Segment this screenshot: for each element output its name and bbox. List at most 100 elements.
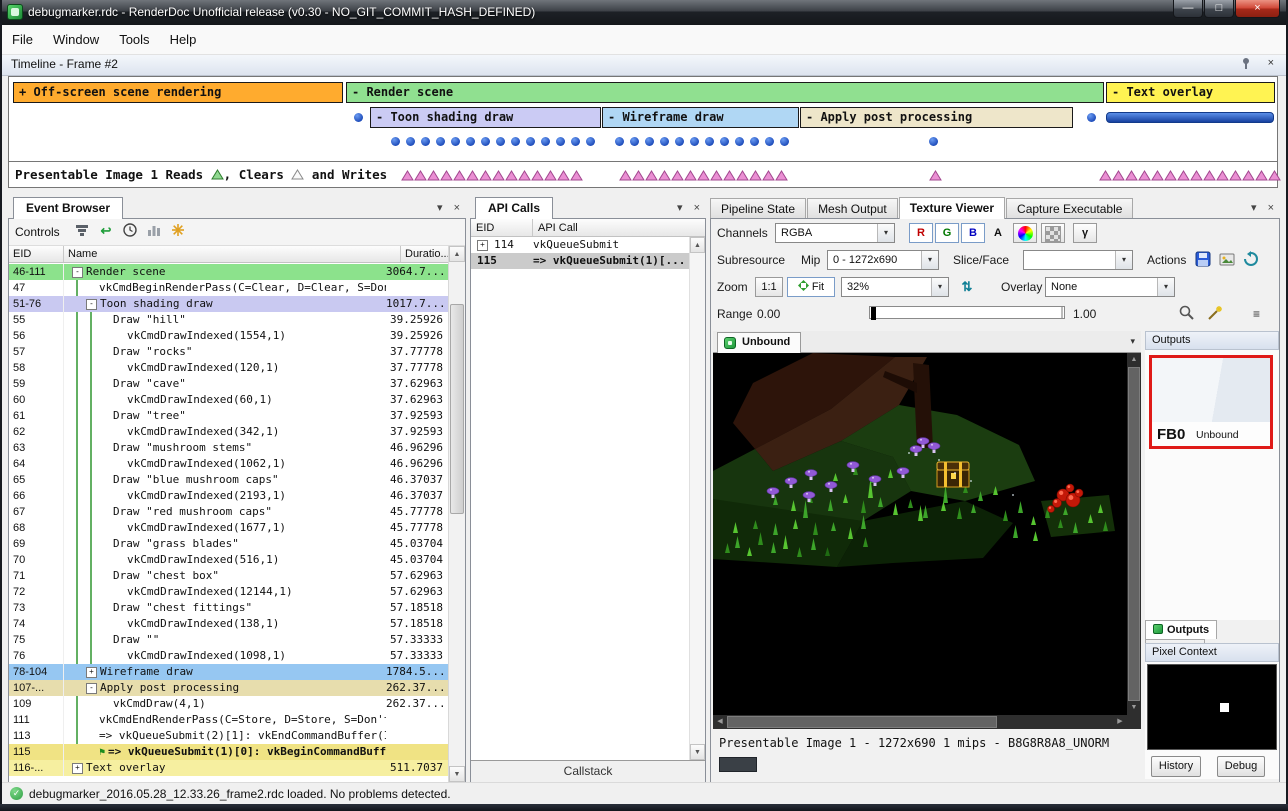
viewport-horizontal-scrollbar[interactable]: ◀ ▶ [713, 715, 1127, 729]
text-overlay-activity-bar[interactable] [1106, 112, 1274, 123]
draw-marker-dot[interactable] [556, 137, 565, 146]
draw-marker-dot[interactable] [406, 137, 415, 146]
gamma-button[interactable]: γ [1073, 223, 1097, 243]
marker-triangle[interactable] [440, 170, 453, 181]
scroll-right-icon[interactable]: ▶ [1113, 715, 1127, 729]
event-row-51-76[interactable]: 51-76-Toon shading draw1017.7... [9, 296, 448, 312]
event-row-75[interactable]: 75Draw ""57.33333 [9, 632, 448, 648]
draw-marker-dot[interactable] [765, 137, 774, 146]
event-row-109[interactable]: 109vkCmdDraw(4,1)262.37... [9, 696, 448, 712]
texture-viewport[interactable]: ▲ ▼ ◀ ▶ [713, 353, 1141, 729]
marker-triangle[interactable] [671, 170, 684, 181]
dock-close-icon[interactable]: × [454, 202, 460, 214]
marker-triangle[interactable] [479, 170, 492, 181]
tab-pipeline-state[interactable]: Pipeline State [710, 198, 806, 219]
stats-icon[interactable] [145, 223, 163, 241]
draw-marker-dot[interactable] [436, 137, 445, 146]
marker-triangle[interactable] [505, 170, 518, 181]
draw-marker-dot[interactable] [391, 137, 400, 146]
menu-tools[interactable]: Tools [109, 25, 159, 54]
marker-triangle[interactable] [414, 170, 427, 181]
zoom-combo[interactable]: 32% ▾ [841, 277, 949, 297]
dropdown-arrow-icon[interactable]: ▾ [877, 224, 894, 242]
marker-triangle[interactable] [645, 170, 658, 181]
event-row-72[interactable]: 72vkCmdDrawIndexed(12144,1)57.62963 [9, 584, 448, 600]
event-row-56[interactable]: 56vkCmdDrawIndexed(1554,1)39.25926 [9, 328, 448, 344]
tab-api-calls[interactable]: API Calls [475, 197, 553, 219]
marker-triangle[interactable] [453, 170, 466, 181]
draw-marker-dot[interactable] [526, 137, 535, 146]
tab-mesh-output[interactable]: Mesh Output [807, 198, 898, 219]
tree-expander-expanded[interactable]: - [72, 267, 83, 278]
callstack-section[interactable]: Callstack [471, 760, 705, 782]
sliceface-combo[interactable]: ▾ [1023, 250, 1133, 270]
column-name[interactable]: Name [64, 246, 401, 262]
timeline-bar-off-screen-scene-rendering[interactable]: + Off-screen scene rendering [13, 82, 343, 103]
range-min-value[interactable]: 0.00 [757, 307, 780, 321]
red-channel-button[interactable]: R [909, 223, 933, 243]
dock-menu-icon[interactable]: ▾ [1251, 202, 1257, 214]
marker-triangle[interactable] [1138, 170, 1151, 181]
bookmark-icon[interactable] [169, 223, 187, 241]
api-row-114[interactable]: +114vkQueueSubmit [471, 237, 689, 253]
dropdown-arrow-icon[interactable]: ▾ [931, 278, 948, 296]
filter-icon[interactable] [73, 223, 91, 241]
timeline-close-icon[interactable]: × [1268, 57, 1274, 69]
marker-triangle[interactable] [684, 170, 697, 181]
tab-capture-executable[interactable]: Capture Executable [1006, 198, 1133, 219]
range-slider[interactable] [869, 306, 1065, 319]
marker-triangle[interactable] [291, 169, 304, 180]
marker-triangle[interactable] [658, 170, 671, 181]
scroll-down-icon[interactable]: ▼ [1127, 701, 1141, 715]
event-row-46-111[interactable]: 46-111-Render scene3064.7... [9, 264, 448, 280]
event-browser-scrollbar[interactable]: ▲ ▼ [448, 246, 465, 782]
write-marker-group[interactable] [929, 170, 942, 181]
marker-triangle[interactable] [619, 170, 632, 181]
dropdown-arrow-icon[interactable]: ▾ [1115, 251, 1132, 269]
tree-expander-collapsed[interactable]: + [72, 763, 83, 774]
timeline-panel[interactable]: Presentable Image 1 Reads , Clears and W… [8, 76, 1278, 188]
zoom-1to1-button[interactable]: 1:1 [755, 277, 783, 297]
event-row-63[interactable]: 63Draw "mushroom stems"46.96296 [9, 440, 448, 456]
event-row-58[interactable]: 58vkCmdDrawIndexed(120,1)37.77778 [9, 360, 448, 376]
column-eid[interactable]: EID [471, 219, 533, 236]
timeline-bar-text-overlay[interactable]: - Text overlay [1106, 82, 1275, 103]
marker-triangle[interactable] [518, 170, 531, 181]
draw-marker-dot[interactable] [690, 137, 699, 146]
marker-triangle[interactable] [1099, 170, 1112, 181]
overlay-combo[interactable]: None ▾ [1045, 277, 1175, 297]
tab-texture-viewer[interactable]: Texture Viewer [899, 197, 1005, 219]
marker-triangle[interactable] [1216, 170, 1229, 181]
event-row-68[interactable]: 68vkCmdDrawIndexed(1677,1)45.77778 [9, 520, 448, 536]
save-texture-icon[interactable] [1195, 251, 1211, 272]
viewport-vertical-scrollbar[interactable]: ▲ ▼ [1127, 353, 1141, 715]
marker-triangle[interactable] [775, 170, 788, 181]
draw-marker-dot[interactable] [675, 137, 684, 146]
scrollbar-thumb[interactable] [1128, 367, 1140, 701]
toolbar-overflow-icon[interactable]: ≡ [1253, 307, 1260, 321]
event-row-116[interactable]: 116-...+Text overlay511.7037 [9, 760, 448, 776]
tab-event-browser[interactable]: Event Browser [13, 197, 123, 219]
mip-combo[interactable]: 0 - 1272x690 ▾ [827, 250, 939, 270]
blue-channel-button[interactable]: B [961, 223, 985, 243]
menu-file[interactable]: File [2, 25, 43, 54]
menu-help[interactable]: Help [160, 25, 207, 54]
export-texture-icon[interactable] [1219, 251, 1235, 272]
marker-triangle[interactable] [1151, 170, 1164, 181]
marker-triangle[interactable] [1112, 170, 1125, 181]
marker-triangle[interactable] [570, 170, 583, 181]
draw-marker-dot[interactable] [541, 137, 550, 146]
scrollbar-thumb[interactable] [727, 716, 997, 728]
event-row-60[interactable]: 60vkCmdDrawIndexed(60,1)37.62963 [9, 392, 448, 408]
event-row-55[interactable]: 55Draw "hill"39.25926 [9, 312, 448, 328]
event-row-115[interactable]: 115⚑=> vkQueueSubmit(1)[0]: vkBeginComma… [9, 744, 448, 760]
timeline-bar-apply-post-processing[interactable]: - Apply post processing [800, 107, 1073, 128]
event-row-107[interactable]: 107-...-Apply post processing262.37... [9, 680, 448, 696]
timeline-bar-render-scene[interactable]: - Render scene [346, 82, 1104, 103]
marker-triangle[interactable] [1229, 170, 1242, 181]
timeline-bar-wireframe-draw[interactable]: - Wireframe draw [602, 107, 799, 128]
draw-marker-dot[interactable] [511, 137, 520, 146]
pixel-context-canvas[interactable] [1147, 664, 1277, 750]
marker-triangle[interactable] [1255, 170, 1268, 181]
event-row-59[interactable]: 59Draw "cave"37.62963 [9, 376, 448, 392]
